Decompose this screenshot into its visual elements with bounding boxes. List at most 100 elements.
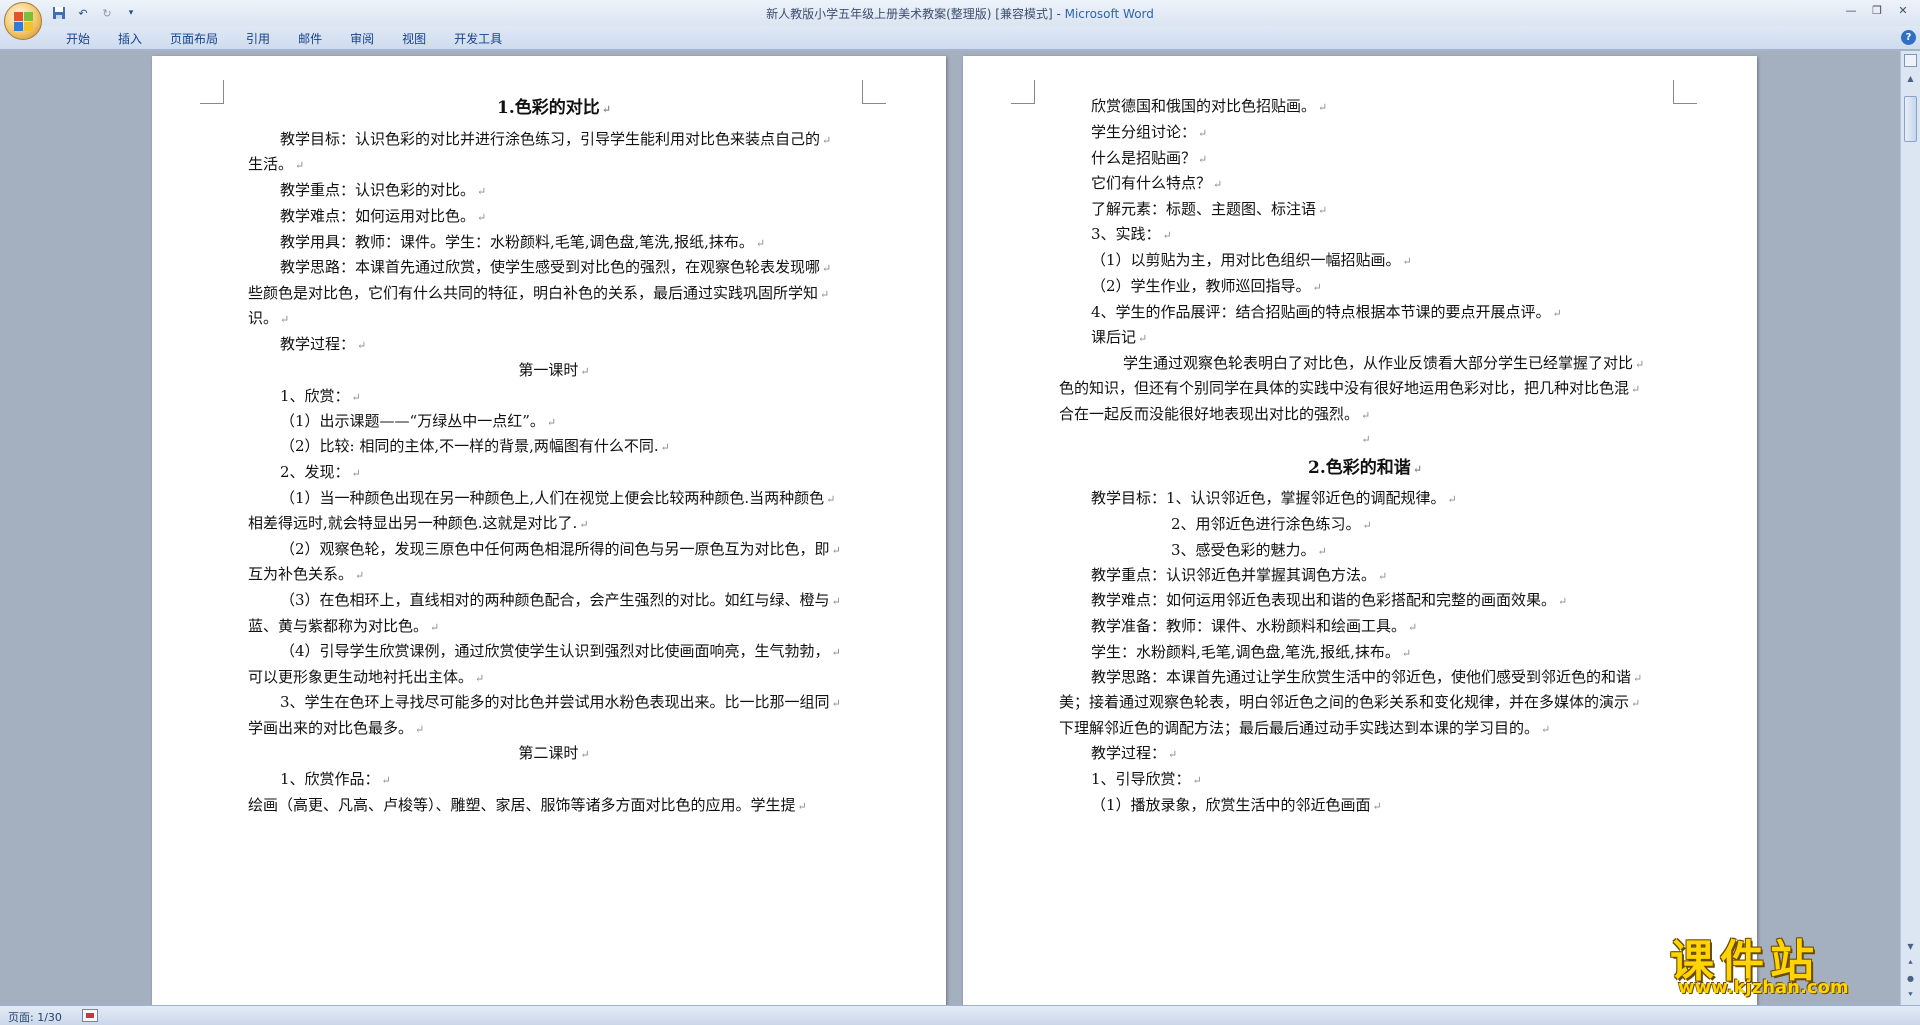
ribbon-tab[interactable]: 邮件 bbox=[284, 30, 336, 48]
paragraph-line: 学生分组讨论： ↵ bbox=[1091, 122, 1207, 144]
line-text: 了解元素：标题、主题图、标注语 bbox=[1091, 200, 1317, 218]
paragraph-line: 学画出来的对比色最多。 ↵ bbox=[248, 718, 424, 740]
line-text: 欣赏德国和俄国的对比色招贴画。 bbox=[1091, 97, 1317, 115]
line-text: 互为补色关系。 bbox=[248, 565, 354, 583]
office-button[interactable] bbox=[4, 2, 42, 40]
paragraph-line: 教学过程： ↵ bbox=[1091, 743, 1177, 765]
paragraph-mark-icon: ↵ bbox=[1552, 307, 1562, 320]
document-page-2[interactable]: 欣赏德国和俄国的对比色招贴画。 ↵ 学生分组讨论： ↵ 什么是招贴画？ ↵ 它们有什么特点？… bbox=[963, 56, 1757, 1005]
line-text: （1）播放录象，欣赏生活中的邻近色画面 bbox=[1091, 796, 1371, 814]
paragraph-mark-icon: ↵ bbox=[1635, 358, 1645, 371]
paragraph-line: 生活。 ↵ bbox=[248, 154, 304, 176]
line-text: 第一课时 bbox=[518, 361, 579, 379]
line-text: 相差得远时,就会特显出另一种颜色.这就是对比了. bbox=[248, 514, 578, 532]
paragraph-mark-icon: ↵ bbox=[415, 723, 425, 736]
page-number-status[interactable]: 页面: 1/30 bbox=[8, 1009, 62, 1025]
line-text: 合在一起反而没能很好地表现出对比的强烈。 bbox=[1059, 405, 1360, 423]
title-bar: ↶ ↻ ▾ 新人教版小学五年级上册美术教案(整理版) [兼容模式] - Micr… bbox=[0, 0, 1920, 40]
paragraph-line: 学生通过观察色轮表明白了对比色，从作业反馈看大部分学生已经掌握了对比 ↵ bbox=[1123, 353, 1644, 375]
paragraph-line: 蓝、黄与紫都称为对比色。 ↵ bbox=[248, 616, 439, 638]
paragraph-mark-icon: ↵ bbox=[351, 391, 361, 404]
paragraph-mark-icon: ↵ bbox=[1317, 545, 1327, 558]
paragraph-line: 1、欣赏作品： ↵ bbox=[280, 769, 391, 791]
scroll-up-icon[interactable]: ▲ bbox=[1904, 73, 1917, 85]
line-text: 学生通过观察色轮表明白了对比色，从作业反馈看大部分学生已经掌握了对比 bbox=[1123, 354, 1634, 372]
paragraph-mark-icon: ↵ bbox=[831, 595, 841, 608]
line-text: 什么是招贴画？ bbox=[1091, 149, 1197, 167]
ruler-toggle-icon[interactable] bbox=[1904, 54, 1917, 67]
document-page-1[interactable]: 1.色彩的对比 ↵ 教学目标：认识色彩的对比并进行涂色练习，引导学生能利用对比色来装… bbox=[152, 56, 946, 1005]
paragraph-mark-icon: ↵ bbox=[280, 313, 290, 326]
paragraph-mark-icon: ↵ bbox=[351, 467, 361, 480]
line-text: 生活。 bbox=[248, 155, 294, 173]
ribbon-tab[interactable]: 开发工具 bbox=[440, 30, 516, 48]
line-text: （1）当一种颜色出现在另一种颜色上,人们在视觉上便会比较两种颜色.当两种颜色 bbox=[280, 489, 825, 507]
paragraph-line: （1）当一种颜色出现在另一种颜色上,人们在视觉上便会比较两种颜色.当两种颜色 ↵ bbox=[280, 488, 835, 510]
paragraph-line: 相差得远时,就会特显出另一种颜色.这就是对比了. ↵ bbox=[248, 513, 589, 535]
minimize-icon[interactable]: — bbox=[1838, 0, 1864, 20]
document-workspace[interactable]: 1.色彩的对比 ↵ 教学目标：认识色彩的对比并进行涂色练习，引导学生能利用对比色来装… bbox=[0, 51, 1900, 1005]
paragraph-line: 识。 ↵ bbox=[248, 308, 289, 330]
ribbon-tab[interactable]: 视图 bbox=[388, 30, 440, 48]
restore-icon[interactable]: ❐ bbox=[1864, 0, 1890, 20]
close-icon[interactable]: ✕ bbox=[1890, 0, 1916, 20]
next-page-icon[interactable]: ⯆ bbox=[1904, 989, 1917, 1001]
paragraph-mark-icon: ↵ bbox=[1138, 332, 1148, 345]
paragraph-mark-icon: ↵ bbox=[580, 748, 590, 761]
paragraph-mark-icon: ↵ bbox=[357, 339, 367, 352]
paragraph-mark-icon: ↵ bbox=[1408, 621, 1418, 634]
paragraph-line: （3）在色相环上，直线相对的两种颜色配合，会产生强烈的对比。如红与绿、橙与 ↵ bbox=[280, 590, 841, 612]
line-text: 教学思路：本课首先通过欣赏，使学生感受到对比色的强烈，在观察色轮表发现哪 bbox=[280, 258, 821, 276]
paragraph-mark-icon: ↵ bbox=[546, 416, 557, 429]
line-text: 教学过程： bbox=[280, 335, 356, 353]
paragraph-mark-icon: ↵ bbox=[660, 441, 670, 454]
scrollbar-thumb[interactable] bbox=[1904, 96, 1917, 142]
line-text: （2）观察色轮，发现三原色中任何两色相混所得的间色与另一原色互为对比色，即 bbox=[280, 540, 830, 558]
site-watermark: 课件站 www.kjzhan.com bbox=[1670, 925, 1900, 1003]
app-name: Microsoft Word bbox=[1064, 7, 1154, 21]
line-text: 美；接着通过观察色轮表，明白邻近色之间的色彩关系和变化规律，并在多媒体的演示 bbox=[1059, 693, 1630, 711]
line-text: 2.色彩的和谐 bbox=[1308, 458, 1411, 478]
ribbon-tab[interactable]: 引用 bbox=[232, 30, 284, 48]
select-browse-object-icon[interactable]: ● bbox=[1904, 973, 1917, 985]
crop-mark-top-right bbox=[862, 80, 886, 104]
paragraph-line: 可以更形象更生动地衬托出主体。 ↵ bbox=[248, 667, 484, 689]
ribbon-tab[interactable]: 插入 bbox=[104, 30, 156, 48]
macro-record-icon[interactable] bbox=[82, 1009, 98, 1022]
paragraph-line: 教学用具：教师：课件。学生：水粉颜料,毛笔,调色盘,笔洗,报纸,抹布。 ↵ bbox=[280, 232, 765, 254]
line-text: 1、欣赏： bbox=[280, 387, 350, 405]
paragraph-mark-icon: ↵ bbox=[355, 569, 365, 582]
line-text: 学生分组讨论： bbox=[1091, 123, 1197, 141]
line-text: 教学用具：教师：课件。学生：水粉颜料,毛笔,调色盘,笔洗,报纸,抹布。 bbox=[280, 233, 754, 251]
ribbon-tab[interactable]: 开始 bbox=[52, 30, 104, 48]
paragraph-line: 绘画（高更、凡高、卢梭等）、雕塑、家居、服饰等诸多方面对比色的应用。学生提 ↵ bbox=[248, 795, 807, 817]
paragraph-line: 什么是招贴画？ ↵ bbox=[1091, 148, 1207, 170]
paragraph-mark-icon: ↵ bbox=[820, 288, 830, 301]
paragraph-line: （2）观察色轮，发现三原色中任何两色相混所得的间色与另一原色互为对比色，即 ↵ bbox=[280, 539, 841, 561]
ribbon-tab[interactable]: 页面布局 bbox=[156, 30, 232, 48]
line-text: 3、感受色彩的魅力。 bbox=[1171, 541, 1316, 559]
line-text: 1.色彩的对比 bbox=[497, 98, 600, 118]
paragraph-mark-icon: ↵ bbox=[1318, 204, 1328, 217]
paragraph-mark-icon: ↵ bbox=[1312, 281, 1322, 294]
line-text: 4、学生的作品展评：结合招贴画的特点根据本节课的要点开展点评。 bbox=[1091, 303, 1551, 321]
paragraph-mark-icon: ↵ bbox=[1631, 697, 1641, 710]
ribbon-tabs: 开始 插入 页面布局 引用 邮件 审阅 视图 开发工具 bbox=[52, 30, 516, 48]
paragraph-mark-icon: ↵ bbox=[1558, 595, 1568, 608]
paragraph-line: （2）比较: 相同的主体,不一样的背景,两幅图有什么不同. ↵ bbox=[280, 436, 670, 458]
paragraph-line: （1）以剪贴为主，用对比色组织一幅招贴画。 ↵ bbox=[1091, 250, 1412, 272]
help-icon[interactable]: ? bbox=[1901, 30, 1916, 45]
line-text: 1、引导欣赏： bbox=[1091, 770, 1191, 788]
paragraph-mark-icon: ↵ bbox=[579, 518, 589, 531]
line-text: 教学过程： bbox=[1091, 744, 1167, 762]
vertical-scrollbar[interactable]: ▲ ▼ ⯅ ● ⯆ bbox=[1900, 51, 1920, 1005]
scroll-down-icon[interactable]: ▼ bbox=[1904, 941, 1917, 953]
paragraph-line: 些颜色是对比色，它们有什么共同的特征，明白补色的关系，最后通过实践巩固所学知 ↵ bbox=[248, 283, 829, 305]
paragraph-mark-icon: ↵ bbox=[822, 134, 832, 147]
paragraph-line: 2、用邻近色进行涂色练习。 ↵ bbox=[1171, 514, 1372, 536]
ribbon-tab[interactable]: 审阅 bbox=[336, 30, 388, 48]
line-text: 2、发现： bbox=[280, 463, 350, 481]
previous-page-icon[interactable]: ⯅ bbox=[1904, 957, 1917, 969]
paragraph-mark-icon: ↵ bbox=[1192, 774, 1202, 787]
paragraph-line: 下理解邻近色的调配方法；最后最后通过动手实践达到本课的学习目的。 ↵ bbox=[1059, 718, 1550, 740]
